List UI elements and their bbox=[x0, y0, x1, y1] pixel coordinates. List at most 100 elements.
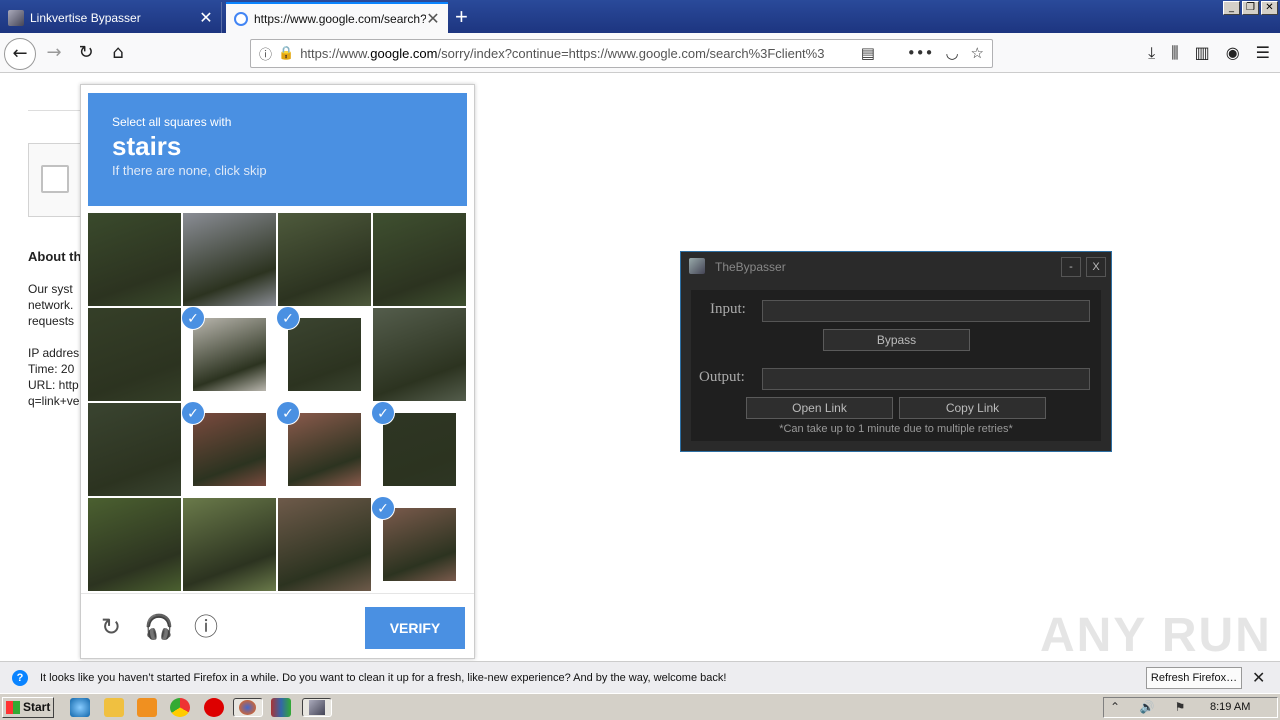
tab-close-icon[interactable]: ✕ bbox=[199, 8, 213, 28]
open-link-button[interactable]: Open Link bbox=[746, 397, 893, 419]
account-icon[interactable]: ◉ bbox=[1226, 43, 1240, 63]
system-tray: ⌃ 🔊 ⚑ 8:19 AM bbox=[1103, 697, 1278, 718]
recaptcha-checkbox[interactable] bbox=[41, 165, 69, 193]
winrar-icon[interactable] bbox=[271, 698, 291, 717]
notification-message: It looks like you haven’t started Firefo… bbox=[40, 671, 727, 684]
input-field[interactable] bbox=[762, 300, 1090, 322]
copy-link-button[interactable]: Copy Link bbox=[899, 397, 1046, 419]
captcha-tile[interactable] bbox=[88, 213, 181, 306]
headphones-icon[interactable]: 🎧 bbox=[144, 613, 174, 641]
reload-icon[interactable]: ↻ bbox=[72, 39, 100, 67]
bypass-button[interactable]: Bypass bbox=[823, 329, 970, 351]
selected-check-icon: ✓ bbox=[371, 496, 395, 520]
captcha-tile[interactable]: ✓ bbox=[371, 401, 466, 496]
star-icon[interactable]: ☆ bbox=[971, 44, 984, 62]
chrome-icon[interactable] bbox=[170, 698, 190, 717]
selected-check-icon: ✓ bbox=[276, 306, 300, 330]
captcha-tile[interactable]: ✓ bbox=[181, 306, 276, 401]
page-line: Our syst bbox=[28, 282, 73, 296]
navigation-toolbar: ← → ↻ ⌂ ⓘ 🔒 https://www.google.com/sorry… bbox=[0, 33, 1280, 73]
captcha-tile[interactable]: ✓ bbox=[276, 401, 371, 496]
bypasser-title: TheBypasser bbox=[715, 260, 786, 274]
output-field[interactable] bbox=[762, 368, 1090, 390]
notification-bar: ? It looks like you haven’t started Fire… bbox=[0, 661, 1280, 693]
media-player-icon[interactable] bbox=[137, 698, 157, 717]
firefox-icon[interactable] bbox=[233, 698, 263, 717]
forward-arrow-icon[interactable]: → bbox=[40, 39, 68, 67]
reload-icon[interactable]: ↻ bbox=[97, 613, 125, 641]
bypasser-titlebar[interactable]: TheBypasser - X bbox=[681, 252, 1111, 282]
pocket-icon[interactable]: ◡ bbox=[945, 44, 958, 62]
captcha-tile-image bbox=[193, 318, 266, 391]
input-label: Input: bbox=[710, 301, 746, 317]
captcha-instruction: Select all squares with bbox=[112, 115, 232, 129]
tab-close-icon[interactable]: ✕ bbox=[426, 9, 440, 29]
more-icon[interactable]: ••• bbox=[907, 44, 934, 62]
page-line: q=link+ve bbox=[28, 394, 80, 408]
hamburger-menu-icon[interactable]: ☰ bbox=[1256, 43, 1270, 63]
tray-icons[interactable]: ⌃ 🔊 ⚑ bbox=[1110, 700, 1193, 714]
close-icon[interactable]: ✕ bbox=[1252, 668, 1265, 687]
info-icon[interactable]: ⓘ bbox=[259, 44, 272, 63]
tab-google-search[interactable]: https://www.google.com/search?c ✕ bbox=[226, 2, 448, 33]
selected-check-icon: ✓ bbox=[181, 306, 205, 330]
download-icon[interactable]: ⤓ bbox=[1148, 43, 1155, 63]
url-text[interactable]: https://www.google.com/sorry/index?conti… bbox=[300, 46, 860, 61]
captcha-hint: If there are none, click skip bbox=[112, 163, 267, 178]
library-icon[interactable]: ⫼ bbox=[1171, 43, 1178, 63]
page-line: requests bbox=[28, 314, 75, 328]
captcha-tile[interactable] bbox=[373, 308, 466, 401]
windows-logo-icon bbox=[6, 701, 20, 714]
bypasser-close-button[interactable]: X bbox=[1086, 257, 1106, 277]
captcha-header: Select all squares with stairs If there … bbox=[88, 93, 467, 206]
captcha-tile[interactable] bbox=[278, 498, 371, 591]
captcha-tile[interactable] bbox=[88, 498, 181, 591]
lock-icon[interactable]: 🔒 bbox=[278, 46, 294, 61]
captcha-tile[interactable] bbox=[88, 308, 181, 401]
back-arrow-icon[interactable]: ← bbox=[4, 38, 36, 70]
info-icon[interactable]: ⓘ bbox=[192, 613, 220, 641]
tab-title: https://www.google.com/search?c bbox=[254, 11, 426, 26]
new-tab-icon[interactable]: + bbox=[455, 4, 468, 30]
ie-icon[interactable] bbox=[70, 698, 90, 717]
reader-view-icon[interactable]: ▤ bbox=[861, 44, 875, 62]
window-controls: _ ❐ ✕ bbox=[1223, 1, 1278, 15]
start-button[interactable]: Start bbox=[2, 697, 54, 718]
sidebar-icon[interactable]: ▥ bbox=[1195, 43, 1210, 63]
bypasser-minimize-button[interactable]: - bbox=[1061, 257, 1081, 277]
tab-title: Linkvertise Bypasser bbox=[30, 10, 141, 25]
refresh-firefox-button[interactable]: Refresh Firefox… bbox=[1146, 667, 1242, 689]
captcha-tile[interactable]: ✓ bbox=[181, 401, 276, 496]
captcha-tile[interactable] bbox=[373, 213, 466, 306]
url-bar[interactable]: ⓘ 🔒 https://www.google.com/sorry/index?c… bbox=[250, 39, 993, 68]
opera-icon[interactable] bbox=[204, 698, 224, 717]
captcha-tile-image bbox=[278, 213, 371, 306]
captcha-tile[interactable]: ✓ bbox=[276, 306, 371, 401]
home-icon[interactable]: ⌂ bbox=[104, 39, 132, 67]
captcha-tile-image bbox=[373, 213, 466, 306]
selected-check-icon: ✓ bbox=[371, 401, 395, 425]
google-favicon-icon bbox=[234, 11, 248, 26]
question-icon: ? bbox=[12, 669, 28, 686]
captcha-tile-image bbox=[278, 498, 371, 591]
captcha-tile-image bbox=[288, 318, 361, 391]
window-restore-button[interactable]: ❐ bbox=[1242, 1, 1259, 15]
tab-bar: Linkvertise Bypasser ✕ https://www.googl… bbox=[0, 0, 1280, 33]
bypasser-icon[interactable] bbox=[302, 698, 332, 717]
window-close-button[interactable]: ✕ bbox=[1261, 1, 1278, 15]
folder-icon[interactable] bbox=[104, 698, 124, 717]
verify-button[interactable]: VERIFY bbox=[365, 607, 465, 649]
captcha-tile-image bbox=[88, 308, 181, 401]
captcha-tile[interactable] bbox=[183, 213, 276, 306]
divider bbox=[28, 110, 88, 111]
selected-check-icon: ✓ bbox=[181, 401, 205, 425]
tab-linkvertise-bypasser[interactable]: Linkvertise Bypasser ✕ bbox=[0, 2, 222, 33]
bypasser-favicon-icon bbox=[8, 9, 24, 26]
recaptcha-challenge: Select all squares with stairs If there … bbox=[80, 84, 475, 659]
about-heading: About th bbox=[28, 249, 82, 264]
captcha-tile[interactable] bbox=[278, 213, 371, 306]
captcha-tile[interactable] bbox=[183, 498, 276, 591]
captcha-tile[interactable]: ✓ bbox=[371, 496, 466, 591]
captcha-tile[interactable] bbox=[88, 403, 181, 496]
window-minimize-button[interactable]: _ bbox=[1223, 1, 1240, 15]
